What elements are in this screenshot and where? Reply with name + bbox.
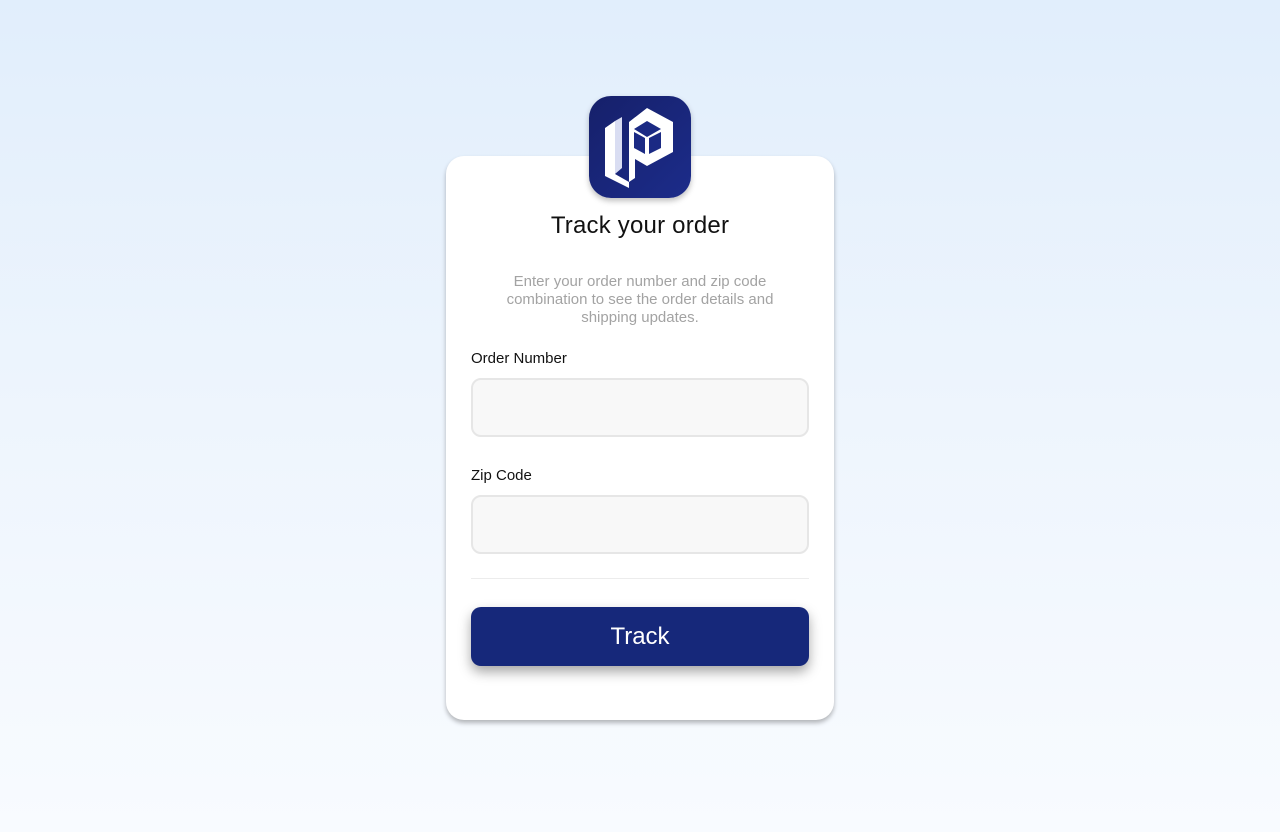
zip-code-input[interactable]: [471, 495, 809, 554]
zip-code-label: Zip Code: [471, 467, 532, 484]
page-title: Track your order: [550, 212, 730, 239]
form-divider: [471, 578, 809, 579]
brand-logo-icon: [589, 96, 691, 198]
order-number-input[interactable]: [471, 378, 809, 437]
box-package-logo-icon: [605, 108, 673, 188]
track-button[interactable]: Track: [471, 607, 809, 666]
order-number-label: Order Number: [471, 350, 567, 367]
page-subtitle: Enter your order number and zip code com…: [506, 273, 774, 326]
